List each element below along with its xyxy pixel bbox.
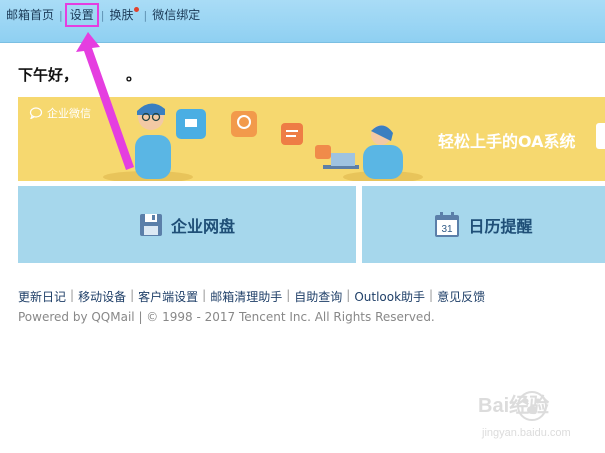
banner-slogan: 轻松上手的OA系统	[438, 132, 576, 151]
footer-separator: |	[346, 288, 351, 302]
floppy-disk-icon	[139, 213, 162, 236]
footer-link-client-settings[interactable]: 客户端设置	[138, 288, 198, 305]
enterprise-disk-tile[interactable]: 企业网盘	[18, 186, 356, 263]
chat-bubble-icon	[29, 107, 43, 119]
nav-wechat-bind[interactable]: 微信绑定	[152, 7, 200, 23]
wework-banner[interactable]: 企业微信 轻松上手的OA系统	[18, 97, 605, 181]
watermark-text: Bai经验	[478, 393, 549, 417]
top-bar: 邮箱首页 | 设置 | 换肤 | 微信绑定	[0, 0, 605, 43]
calendar-day: 31	[442, 224, 454, 235]
wework-logo: 企业微信	[29, 105, 91, 121]
greeting: 下午好， 。	[18, 64, 141, 85]
enterprise-disk-label: 企业网盘	[170, 216, 235, 236]
copyright: Powered by QQMail | © 1998 - 2017 Tencen…	[18, 310, 435, 324]
greeting-tail: 。	[126, 66, 142, 84]
footer-link-feedback[interactable]: 意见反馈	[437, 288, 485, 305]
calendar-reminder-tile[interactable]: 31 日历提醒	[362, 186, 605, 263]
notification-dot-icon	[134, 7, 140, 12]
greeting-text: 下午好，	[18, 66, 79, 84]
watermark-url: jingyan.baidu.com	[481, 427, 571, 439]
footer-separator: |	[429, 288, 434, 302]
footer-link-changelog[interactable]: 更新日记	[18, 288, 66, 305]
wework-logo-text: 企业微信	[47, 107, 91, 120]
banner-action-button[interactable]	[596, 123, 605, 149]
nav-skin[interactable]: 换肤	[109, 7, 140, 23]
nav-mail-home[interactable]: 邮箱首页	[6, 7, 54, 23]
nav-skin-label: 换肤	[109, 8, 134, 22]
baidu-watermark: Bai经验 jingyan.baidu.com	[470, 388, 590, 443]
footer-link-self-service[interactable]: 自助查询	[294, 288, 342, 305]
calendar-icon: 31	[435, 211, 460, 237]
baidu-paw-icon: Bai经验 jingyan.baidu.com	[478, 391, 571, 439]
top-nav: 邮箱首页 | 设置 | 换肤 | 微信绑定	[6, 3, 200, 27]
footer-separator: |	[286, 288, 291, 302]
footer-links: 更新日记 | 移动设备 | 客户端设置 | 邮箱清理助手 | 自助查询 | Ou…	[18, 288, 485, 305]
nav-separator: |	[143, 8, 148, 22]
quick-tiles: 企业网盘 31 日历提醒	[18, 186, 605, 263]
footer-link-outlook[interactable]: Outlook助手	[354, 288, 425, 305]
footer-separator: |	[130, 288, 135, 302]
nav-separator: |	[100, 8, 105, 22]
footer-separator: |	[202, 288, 207, 302]
banner-illustration	[103, 103, 423, 181]
footer-separator: |	[70, 288, 75, 302]
calendar-reminder-label: 日历提醒	[468, 216, 533, 236]
nav-settings[interactable]: 设置	[64, 3, 99, 27]
nav-separator: |	[59, 8, 63, 22]
footer-link-mobile[interactable]: 移动设备	[78, 288, 126, 305]
footer-link-mailbox-cleanup[interactable]: 邮箱清理助手	[210, 288, 282, 305]
